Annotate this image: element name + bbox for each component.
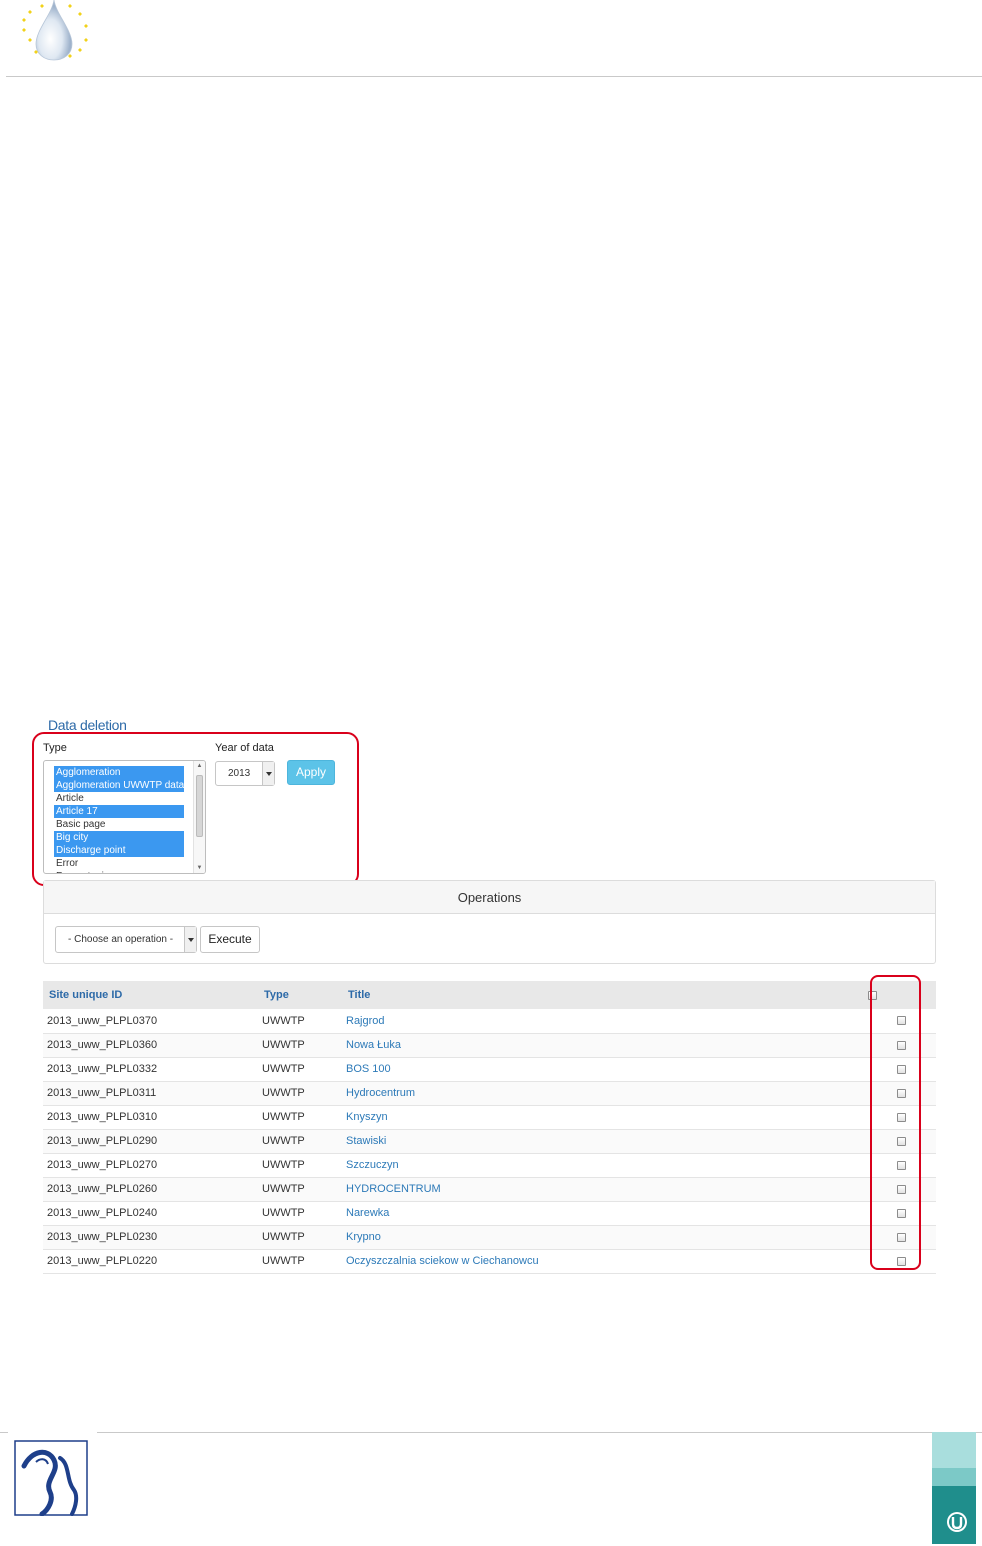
table-row: 2013_uww_PLPL0332 UWWTP BOS 100 [43, 1057, 936, 1082]
table-row: 2013_uww_PLPL0260 UWWTP HYDROCENTRUM [43, 1177, 936, 1202]
table-row: 2013_uww_PLPL0220 UWWTP Oczyszczalnia scie… [43, 1249, 936, 1274]
execute-button[interactable]: Execute [200, 926, 260, 953]
site-id-cell: 2013_uww_PLPL0290 [43, 1129, 258, 1154]
u-badge-icon [932, 1432, 976, 1544]
type-option[interactable]: Agglomeration UWWTP data [54, 779, 184, 792]
year-select[interactable]: 2013 [215, 761, 275, 786]
column-header-site-id[interactable]: Site unique ID [43, 981, 258, 1009]
title-link[interactable]: Szczuczyn [342, 1153, 862, 1178]
table-row: 2013_uww_PLPL0311 UWWTP Hydrocentrum [43, 1081, 936, 1106]
type-cell: UWWTP [258, 1009, 342, 1034]
type-multiselect[interactable]: Agglomeration Agglomeration UWWTP data Art… [43, 760, 206, 874]
operation-select-value: - Choose an operation - [68, 934, 174, 945]
table-row: 2013_uww_PLPL0290 UWWTP Stawiski [43, 1129, 936, 1154]
scroll-up-icon[interactable]: ▲ [194, 761, 205, 771]
table-row: 2013_uww_PLPL0270 UWWTP Szczuczyn [43, 1153, 936, 1178]
type-cell: UWWTP [258, 1225, 342, 1250]
operations-panel: Operations - Choose an operation - Execu… [43, 880, 936, 964]
header-divider [6, 76, 982, 77]
footer-divider-left [0, 1432, 8, 1433]
checkbox-column-highlight [870, 975, 921, 1270]
title-link[interactable]: Stawiski [342, 1129, 862, 1154]
type-cell: UWWTP [258, 1129, 342, 1154]
type-option[interactable]: Discharge point [54, 844, 184, 857]
type-cell: UWWTP [258, 1249, 342, 1274]
type-option[interactable]: Forum topic [54, 870, 184, 873]
title-link[interactable]: Krypno [342, 1225, 862, 1250]
type-cell: UWWTP [258, 1081, 342, 1106]
title-link[interactable]: Knyszyn [342, 1105, 862, 1130]
type-list-scrollbar[interactable]: ▲ ▼ [193, 761, 205, 873]
type-cell: UWWTP [258, 1201, 342, 1226]
table-row: 2013_uww_PLPL0370 UWWTP Rajgrod [43, 1009, 936, 1034]
table-header-row: Site unique ID Type Title [43, 981, 936, 1009]
river-logo-icon [14, 1440, 88, 1517]
type-label: Type [43, 742, 67, 754]
type-cell: UWWTP [258, 1057, 342, 1082]
year-select-value: 2013 [228, 768, 251, 779]
site-id-cell: 2013_uww_PLPL0240 [43, 1201, 258, 1226]
year-label: Year of data [215, 742, 274, 754]
title-link[interactable]: Nowa Łuka [342, 1033, 862, 1058]
column-header-type[interactable]: Type [258, 981, 342, 1009]
type-option[interactable]: Agglomeration [54, 766, 184, 779]
column-header-title[interactable]: Title [342, 981, 862, 1009]
title-link[interactable]: HYDROCENTRUM [342, 1177, 862, 1202]
footer-divider [97, 1432, 982, 1433]
title-link[interactable]: Hydrocentrum [342, 1081, 862, 1106]
type-option[interactable]: Article [54, 792, 184, 805]
type-option[interactable]: Big city [54, 831, 184, 844]
site-id-cell: 2013_uww_PLPL0220 [43, 1249, 258, 1274]
site-id-cell: 2013_uww_PLPL0370 [43, 1009, 258, 1034]
type-cell: UWWTP [258, 1105, 342, 1130]
scroll-down-icon[interactable]: ▼ [194, 863, 205, 873]
title-link[interactable]: Oczyszczalnia sciekow w Ciechanowcu [342, 1249, 862, 1274]
chevron-down-icon [262, 762, 274, 785]
title-link[interactable]: Rajgrod [342, 1009, 862, 1034]
site-id-cell: 2013_uww_PLPL0310 [43, 1105, 258, 1130]
table-row: 2013_uww_PLPL0310 UWWTP Knyszyn [43, 1105, 936, 1130]
water-drop-logo-icon [14, 0, 92, 66]
type-option[interactable]: Article 17 [54, 805, 184, 818]
scroll-thumb[interactable] [196, 775, 203, 837]
table-row: 2013_uww_PLPL0230 UWWTP Krypno [43, 1225, 936, 1250]
site-id-cell: 2013_uww_PLPL0311 [43, 1081, 258, 1106]
type-cell: UWWTP [258, 1177, 342, 1202]
type-option[interactable]: Error [54, 857, 184, 870]
operations-title: Operations [44, 881, 935, 914]
page-title: Data deletion [48, 717, 127, 733]
title-link[interactable]: Narewka [342, 1201, 862, 1226]
sites-table: Site unique ID Type Title 2013_uww_PLPL0… [43, 981, 936, 1274]
type-option[interactable]: Basic page [54, 818, 184, 831]
site-id-cell: 2013_uww_PLPL0270 [43, 1153, 258, 1178]
type-cell: UWWTP [258, 1153, 342, 1178]
chevron-down-icon [184, 927, 196, 952]
type-cell: UWWTP [258, 1033, 342, 1058]
apply-button[interactable]: Apply [287, 760, 335, 785]
operation-select[interactable]: - Choose an operation - [55, 926, 197, 953]
site-id-cell: 2013_uww_PLPL0260 [43, 1177, 258, 1202]
site-id-cell: 2013_uww_PLPL0360 [43, 1033, 258, 1058]
site-id-cell: 2013_uww_PLPL0332 [43, 1057, 258, 1082]
table-row: 2013_uww_PLPL0240 UWWTP Narewka [43, 1201, 936, 1226]
table-row: 2013_uww_PLPL0360 UWWTP Nowa Łuka [43, 1033, 936, 1058]
title-link[interactable]: BOS 100 [342, 1057, 862, 1082]
site-id-cell: 2013_uww_PLPL0230 [43, 1225, 258, 1250]
